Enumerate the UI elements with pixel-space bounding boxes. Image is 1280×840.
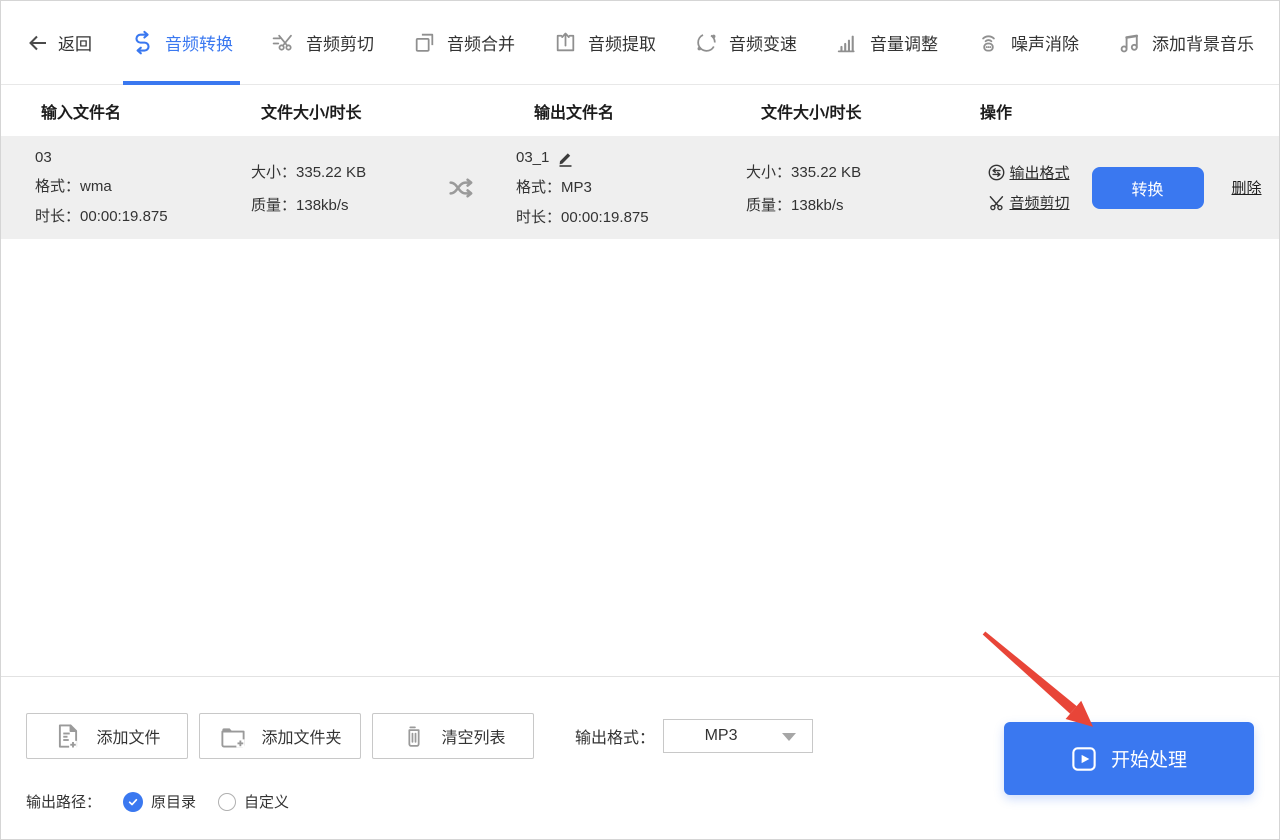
radio-label: 原目录: [151, 794, 197, 811]
audio-extract-icon: [556, 32, 575, 52]
trash-icon: [408, 726, 421, 747]
tab-add-bgm[interactable]: 添加背景音乐: [1117, 1, 1254, 85]
back-arrow-icon: [29, 35, 46, 50]
radio-custom-directory[interactable]: 自定义: [218, 791, 289, 812]
input-file-name: 03: [35, 149, 52, 166]
bottom-panel: 添加文件 添加文件夹 清空列表 输出格式： MP3 开始处理 输出路径： 原目录…: [1, 676, 1279, 839]
output-duration-label: 时长：: [516, 208, 562, 226]
file-list-empty-area: [1, 239, 1279, 676]
app-window: { "colors": { "accent": "#3a78f0", "row_…: [0, 0, 1280, 840]
output-size-value: 335.22 KB: [791, 163, 862, 181]
output-quality-label: 质量：: [746, 196, 792, 214]
input-format-label: 格式：: [35, 178, 81, 195]
output-duration-value: 00:00:19.875: [561, 208, 649, 226]
tab-volume-adjust[interactable]: 音量调整: [835, 1, 938, 85]
audio-merge-icon: [415, 33, 434, 52]
output-file-name: 03_1: [516, 149, 550, 166]
audio-cut-icon: [272, 34, 292, 51]
format-swap-icon: [989, 164, 1005, 181]
top-toolbar: 返回 音频转换 音频剪切 音频合并 音频提取 音频变速 音量调整 噪声消除 添加…: [1, 1, 1279, 85]
radio-checked-icon: [123, 791, 144, 812]
shuffle-icon: [449, 177, 473, 198]
tab-label: 音频剪切: [306, 35, 374, 54]
noise-removal-icon: [982, 35, 995, 52]
file-plus-icon: [59, 724, 78, 749]
tab-noise-removal[interactable]: 噪声消除: [976, 1, 1079, 85]
back-label: 返回: [58, 35, 92, 54]
tab-audio-speed[interactable]: 音频变速: [694, 1, 797, 85]
col-header-input-name: 输入文件名: [41, 104, 122, 122]
input-quality-value: 138kb/s: [296, 196, 349, 214]
col-header-input-size: 文件大小/时长: [261, 104, 362, 122]
col-header-output-size: 文件大小/时长: [761, 104, 862, 122]
clear-list-button[interactable]: 清空列表: [372, 713, 534, 759]
add-folder-button[interactable]: 添加文件夹: [199, 713, 361, 759]
tab-label: 噪声消除: [1011, 35, 1079, 54]
output-format-value: MP3: [561, 178, 592, 196]
input-duration-value: 00:00:19.875: [80, 208, 168, 225]
table-header: 输入文件名 文件大小/时长 输出文件名 文件大小/时长 操作: [1, 85, 1279, 136]
col-header-output-name: 输出文件名: [534, 104, 615, 122]
tab-label: 音量调整: [870, 35, 938, 54]
audio-speed-icon: [697, 33, 716, 52]
convert-button[interactable]: 转换: [1091, 166, 1204, 209]
table-row: 03 格式：wma 时长：00:00:19.875 大小：335.22 KB 质…: [1, 136, 1279, 239]
tab-audio-cut[interactable]: 音频剪切: [271, 1, 374, 85]
input-size-label: 大小：: [251, 163, 297, 181]
edit-pencil-icon[interactable]: [557, 149, 575, 167]
play-icon: [1072, 746, 1096, 771]
start-processing-button[interactable]: 开始处理: [1004, 722, 1254, 795]
radio-original-directory[interactable]: 原目录: [123, 791, 196, 812]
col-header-actions: 操作: [980, 104, 1013, 122]
add-bgm-icon: [1120, 34, 1139, 53]
tab-label: 音频合并: [447, 35, 515, 54]
output-format-label: 输出格式：: [575, 730, 656, 747]
output-format-link[interactable]: 输出格式: [988, 162, 1070, 183]
input-format-value: wma: [80, 178, 112, 195]
audio-convert-icon: [135, 30, 150, 55]
input-duration-label: 时长：: [35, 208, 81, 225]
output-size-label: 大小：: [746, 163, 792, 181]
delete-link[interactable]: 删除: [1232, 177, 1262, 198]
output-quality-value: 138kb/s: [791, 196, 844, 214]
radio-label: 自定义: [244, 794, 290, 811]
output-format-select[interactable]: MP3: [663, 719, 814, 753]
radio-unchecked-icon: [218, 792, 237, 811]
output-format-selected-value: MP3: [704, 727, 738, 744]
tab-label: 音频提取: [588, 35, 656, 54]
tab-label: 音频变速: [729, 35, 797, 54]
input-quality-label: 质量：: [251, 196, 297, 214]
volume-adjust-icon: [837, 35, 855, 53]
audio-cut-link[interactable]: 音频剪切: [988, 192, 1070, 213]
tab-audio-extract[interactable]: 音频提取: [553, 1, 656, 85]
output-path-label: 输出路径：: [26, 794, 102, 811]
scissors-icon: [990, 196, 1004, 211]
input-size-value: 335.22 KB: [296, 163, 367, 181]
chevron-down-icon: [782, 733, 797, 741]
back-button[interactable]: 返回: [26, 30, 92, 55]
tab-label: 音频转换: [165, 35, 233, 54]
folder-plus-icon: [221, 728, 246, 748]
tab-label: 添加背景音乐: [1152, 35, 1254, 54]
tab-audio-convert[interactable]: 音频转换: [123, 1, 240, 85]
add-file-button[interactable]: 添加文件: [26, 713, 188, 759]
tab-audio-merge[interactable]: 音频合并: [412, 1, 515, 85]
output-format-label: 格式：: [516, 178, 562, 196]
